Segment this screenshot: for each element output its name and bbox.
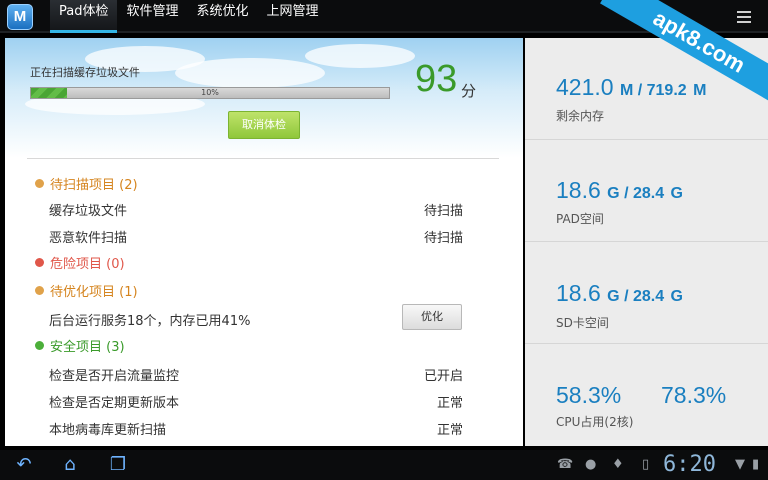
system-bar: ↶ ⌂ ❐ ☎ ● ♦ ▯ 6:20 ▼ ▮ [0,450,768,480]
notification-icon[interactable]: ☎ [557,457,573,472]
section-safe[interactable]: 安全项目 (3) [35,336,125,355]
section-optimize-title: 待优化项目 (1) [50,285,138,300]
safe-check-icon [35,341,44,350]
row-traffic-monitor-status: 已开启 [423,369,463,384]
home-icon[interactable]: ⌂ [50,450,90,480]
section-pending[interactable]: 待扫描项目 (2) [35,174,138,193]
row-background-services: 后台运行服务18个，内存已用41% [49,314,251,329]
memory-value: 421.0 M / 719.2 M [556,74,707,100]
row-malware-scan-status: 待扫描 [423,231,463,246]
tab-pad-checkup[interactable]: Pad体检 [50,0,118,33]
divider [27,158,499,159]
logo-letter: M [13,8,27,25]
row-malware-scan: 恶意软件扫描 [49,231,128,246]
pad-space-value: 18.6 G / 28.4 G [556,177,683,203]
section-optimize[interactable]: 待优化项目 (1) [35,281,138,300]
cpu-core2-value: 78.3% [661,382,727,408]
section-safe-title: 安全项目 (3) [50,340,125,355]
sd-space-label: SD卡空间 [556,316,609,330]
browser-icon[interactable]: ● [585,457,596,472]
tab-internet-manage[interactable]: 上网管理 [258,0,328,33]
section-pending-title: 待扫描项目 (2) [50,178,138,193]
stat-pad-space: 18.6 G / 28.4 G PAD空间 [525,140,768,242]
wifi-icon: ▼ [735,457,745,472]
pending-dot-icon [35,179,44,188]
row-traffic-monitor: 检查是否开启流量监控 [49,369,180,384]
optimize-button[interactable]: 优化 [402,304,462,330]
optimize-dot-icon [35,286,44,295]
row-cache-files: 缓存垃圾文件 [49,204,128,219]
tab-system-optimize[interactable]: 系统优化 [188,0,258,33]
cpu-core1-value: 58.3% [556,382,622,408]
progress-label: 10% [201,88,219,97]
menu-icon[interactable] [737,11,751,23]
stats-panel: 421.0 M / 719.2 M 剩余内存 18.6 G / 28.4 G P… [525,38,768,446]
danger-dot-icon [35,258,44,267]
phone-icon[interactable]: ▯ [642,457,649,472]
stat-cpu: 58.3% 78.3% CPU占用(2核) [525,344,768,446]
memory-label: 剩余内存 [556,109,605,123]
scan-status-text: 正在扫描缓存垃圾文件 [30,66,140,79]
cpu-label: CPU占用(2核) [556,415,634,429]
stat-sd-space: 18.6 G / 28.4 G SD卡空间 [525,242,768,344]
app-logo-icon: M [7,4,33,30]
score-unit: 分 [461,82,477,100]
scan-progress-bar: 10% [30,87,390,99]
row-version-update-status: 正常 [436,396,463,411]
sd-space-value: 18.6 G / 28.4 G [556,280,683,306]
section-danger[interactable]: 危险项目 (0) [35,253,125,272]
back-icon[interactable]: ↶ [4,450,44,480]
row-cache-files-status: 待扫描 [423,204,463,219]
pad-space-label: PAD空间 [556,212,604,226]
row-version-update: 检查是否定期更新版本 [49,396,180,411]
clock[interactable]: 6:20 [663,452,716,477]
health-score: 93 [415,58,458,100]
tab-bar: Pad体检 软件管理 系统优化 上网管理 [50,0,328,33]
row-virus-db-update: 本地病毒库更新扫描 [49,423,167,438]
recent-apps-icon[interactable]: ❐ [98,450,138,480]
battery-icon: ▮ [752,457,760,472]
checkup-panel: 正在扫描缓存垃圾文件 10% 93 分 取消体检 待扫描项目 (2) 缓存垃圾文… [5,38,523,446]
row-virus-db-update-status: 正常 [436,423,463,438]
android-icon[interactable]: ♦ [612,457,624,472]
cancel-checkup-button[interactable]: 取消体检 [228,111,300,139]
tab-software-manage[interactable]: 软件管理 [117,0,187,33]
section-danger-title: 危险项目 (0) [50,257,125,272]
